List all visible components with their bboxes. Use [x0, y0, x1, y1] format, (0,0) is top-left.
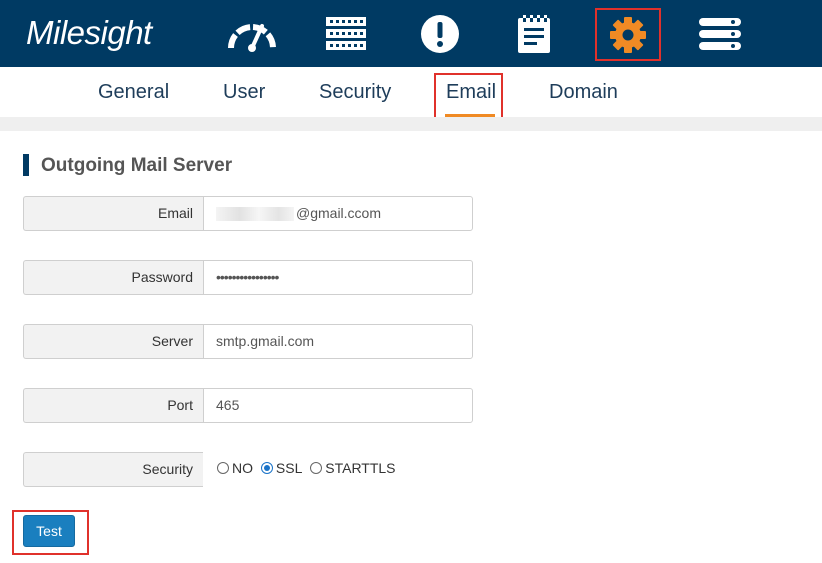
menu-list-icon[interactable]: [690, 10, 750, 58]
port-row: Port 465: [23, 388, 473, 423]
server-icon[interactable]: [316, 10, 376, 58]
security-no-radio[interactable]: [217, 462, 229, 474]
milesight-logo: Milesight: [26, 14, 152, 51]
alert-icon[interactable]: [410, 10, 470, 58]
email-field[interactable]: @gmail.ccom: [203, 196, 473, 231]
top-nav-bar: Milesight: [0, 0, 822, 67]
email-row: Email @gmail.ccom: [23, 196, 473, 231]
email-label: Email: [23, 196, 203, 231]
port-field[interactable]: 465: [203, 388, 473, 423]
section-title: Outgoing Mail Server: [41, 155, 233, 176]
settings-tabs: General User Security Email Domain: [0, 67, 822, 117]
redacted-text: [216, 207, 294, 222]
port-label: Port: [23, 388, 203, 423]
server-row: Server smtp.gmail.com: [23, 324, 473, 359]
security-no-label: NO: [232, 460, 253, 476]
settings-icon[interactable]: [595, 8, 661, 61]
tab-user[interactable]: User: [223, 81, 265, 104]
security-label: Security: [23, 452, 203, 487]
section-marker: [23, 154, 29, 176]
tab-general[interactable]: General: [98, 81, 169, 104]
server-field[interactable]: smtp.gmail.com: [203, 324, 473, 359]
tab-domain[interactable]: Domain: [549, 81, 618, 104]
dashboard-icon[interactable]: [222, 10, 282, 58]
security-row: Security NO SSL STARTTLS: [23, 452, 473, 487]
security-options: NO SSL STARTTLS: [203, 452, 473, 487]
security-starttls-radio[interactable]: [310, 462, 323, 474]
divider: [0, 117, 822, 131]
password-field[interactable]: ••••••••••••••••: [203, 260, 473, 295]
email-value: @gmail.ccom: [296, 205, 382, 221]
notepad-icon[interactable]: [504, 10, 564, 58]
password-label: Password: [23, 260, 203, 295]
security-starttls-label: STARTTLS: [325, 460, 396, 476]
tab-security[interactable]: Security: [319, 81, 391, 104]
server-label: Server: [23, 324, 203, 359]
security-ssl-label: SSL: [275, 460, 303, 476]
security-ssl-radio[interactable]: [260, 462, 273, 474]
test-button[interactable]: Test: [23, 515, 75, 547]
password-row: Password ••••••••••••••••: [23, 260, 473, 295]
